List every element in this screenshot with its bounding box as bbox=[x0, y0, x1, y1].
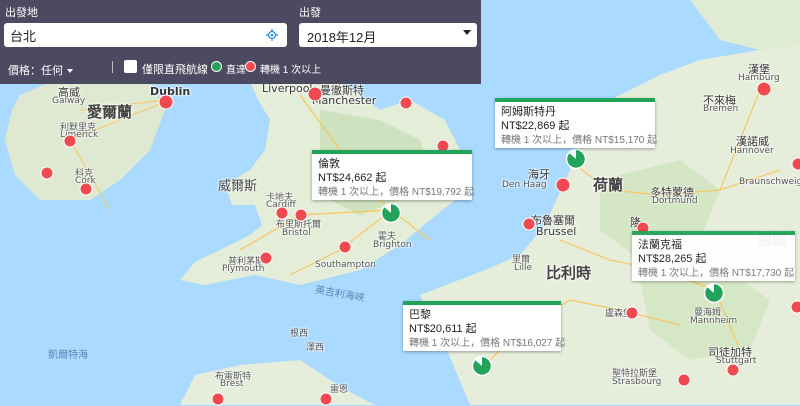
legend-direct-dot bbox=[211, 61, 222, 72]
destination-pin-cork[interactable] bbox=[80, 183, 93, 196]
destination-pin-cork-west[interactable] bbox=[41, 167, 54, 180]
destination-pin-southampton[interactable] bbox=[339, 241, 352, 254]
departure-month-value: 2018年12月 bbox=[307, 30, 376, 45]
legend-transfer-label: 轉機 1 次以上 bbox=[260, 61, 321, 76]
destination-pin-rennes[interactable] bbox=[320, 393, 333, 406]
destination-pin-limerick[interactable] bbox=[64, 135, 77, 148]
destination-pin-stuttgart[interactable] bbox=[727, 364, 740, 377]
card-price-london: NT$24,662 起 bbox=[318, 171, 466, 186]
card-city-frankfurt: 法蘭克福 bbox=[638, 238, 789, 252]
card-city-amsterdam: 阿姆斯特丹 bbox=[501, 105, 649, 119]
destination-pin-rotterdam[interactable] bbox=[556, 178, 571, 193]
origin-label: 出發地 bbox=[5, 4, 38, 20]
legend-direct-label: 直達 bbox=[226, 61, 246, 76]
destination-pin-hamburg[interactable] bbox=[757, 82, 772, 97]
destination-pin-manchester[interactable] bbox=[308, 87, 323, 102]
card-transfer-price-paris: 轉機 1 次以上，價格 NT$16,027 起 bbox=[409, 337, 555, 351]
card-transfer-price-frankfurt: 轉機 1 次以上，價格 NT$17,730 起 bbox=[638, 267, 789, 281]
direct-pin-paris-icon bbox=[471, 355, 493, 377]
price-card-frankfurt[interactable]: 法蘭克福 NT$28,265 起 轉機 1 次以上，價格 NT$17,730 起 bbox=[632, 231, 795, 281]
destination-pin-leeds[interactable] bbox=[400, 97, 413, 110]
origin-input[interactable] bbox=[4, 23, 287, 47]
date-label: 出發 bbox=[299, 4, 321, 20]
card-price-paris: NT$20,611 起 bbox=[409, 322, 555, 337]
destination-pin-brussels[interactable] bbox=[523, 218, 536, 231]
destination-pin-exeter[interactable] bbox=[260, 252, 273, 265]
filter-bar: 價格：任何 僅限直飛航線 直達 轉機 1 次以上 bbox=[0, 58, 481, 80]
direct-pin-frankfurt-icon bbox=[703, 282, 725, 304]
legend-transfer-dot bbox=[245, 61, 256, 72]
direct-pin-london-icon bbox=[380, 202, 402, 224]
card-transfer-price-london: 轉機 1 次以上，價格 NT$19,792 起 bbox=[318, 186, 466, 200]
nonstop-only-checkbox[interactable] bbox=[124, 60, 137, 73]
destination-pin-strasbourg[interactable] bbox=[678, 374, 691, 387]
price-card-london[interactable]: 倫敦 NT$24,662 起 轉機 1 次以上，價格 NT$19,792 起 bbox=[312, 150, 472, 200]
price-card-paris[interactable]: 巴黎 NT$20,611 起 轉機 1 次以上，價格 NT$16,027 起 bbox=[403, 301, 561, 351]
direct-pin-amsterdam[interactable] bbox=[565, 148, 587, 170]
destination-pin-berlin-edge[interactable] bbox=[792, 158, 800, 171]
locate-me-icon[interactable] bbox=[266, 29, 278, 41]
search-panel: 出發地 出發 2018年12月 價格：任何 僅限直飛航線 直達 轉機 1 次以上 bbox=[0, 0, 481, 84]
destination-pin-dublin[interactable] bbox=[159, 95, 174, 110]
nonstop-only-label[interactable]: 僅限直飛航線 bbox=[142, 61, 208, 77]
price-filter-dropdown[interactable]: 價格：任何 bbox=[8, 62, 73, 78]
departure-month-select[interactable]: 2018年12月 bbox=[299, 23, 477, 47]
direct-pin-london[interactable] bbox=[380, 202, 402, 224]
destination-pin-brest[interactable] bbox=[212, 393, 225, 406]
direct-pin-amsterdam-icon bbox=[565, 148, 587, 170]
price-filter-label: 價格：任何 bbox=[8, 65, 63, 77]
destination-pin-nuremberg-edge[interactable] bbox=[791, 301, 800, 314]
destination-pin-bristol[interactable] bbox=[295, 209, 308, 222]
price-card-amsterdam[interactable]: 阿姆斯特丹 NT$22,869 起 轉機 1 次以上，價格 NT$15,170 … bbox=[495, 98, 655, 148]
card-city-london: 倫敦 bbox=[318, 157, 466, 171]
card-transfer-price-amsterdam: 轉機 1 次以上，價格 NT$15,170 起 bbox=[501, 134, 649, 148]
destination-pin-cardiff[interactable] bbox=[276, 207, 289, 220]
destination-pin-luxembourg[interactable] bbox=[626, 307, 639, 320]
filter-divider bbox=[112, 61, 113, 73]
direct-pin-frankfurt[interactable] bbox=[703, 282, 725, 304]
card-price-frankfurt: NT$28,265 起 bbox=[638, 252, 789, 267]
dropdown-arrow-icon bbox=[463, 30, 471, 35]
direct-pin-paris[interactable] bbox=[471, 355, 493, 377]
caret-down-icon bbox=[67, 69, 73, 73]
card-price-amsterdam: NT$22,869 起 bbox=[501, 119, 649, 134]
card-city-paris: 巴黎 bbox=[409, 308, 555, 322]
